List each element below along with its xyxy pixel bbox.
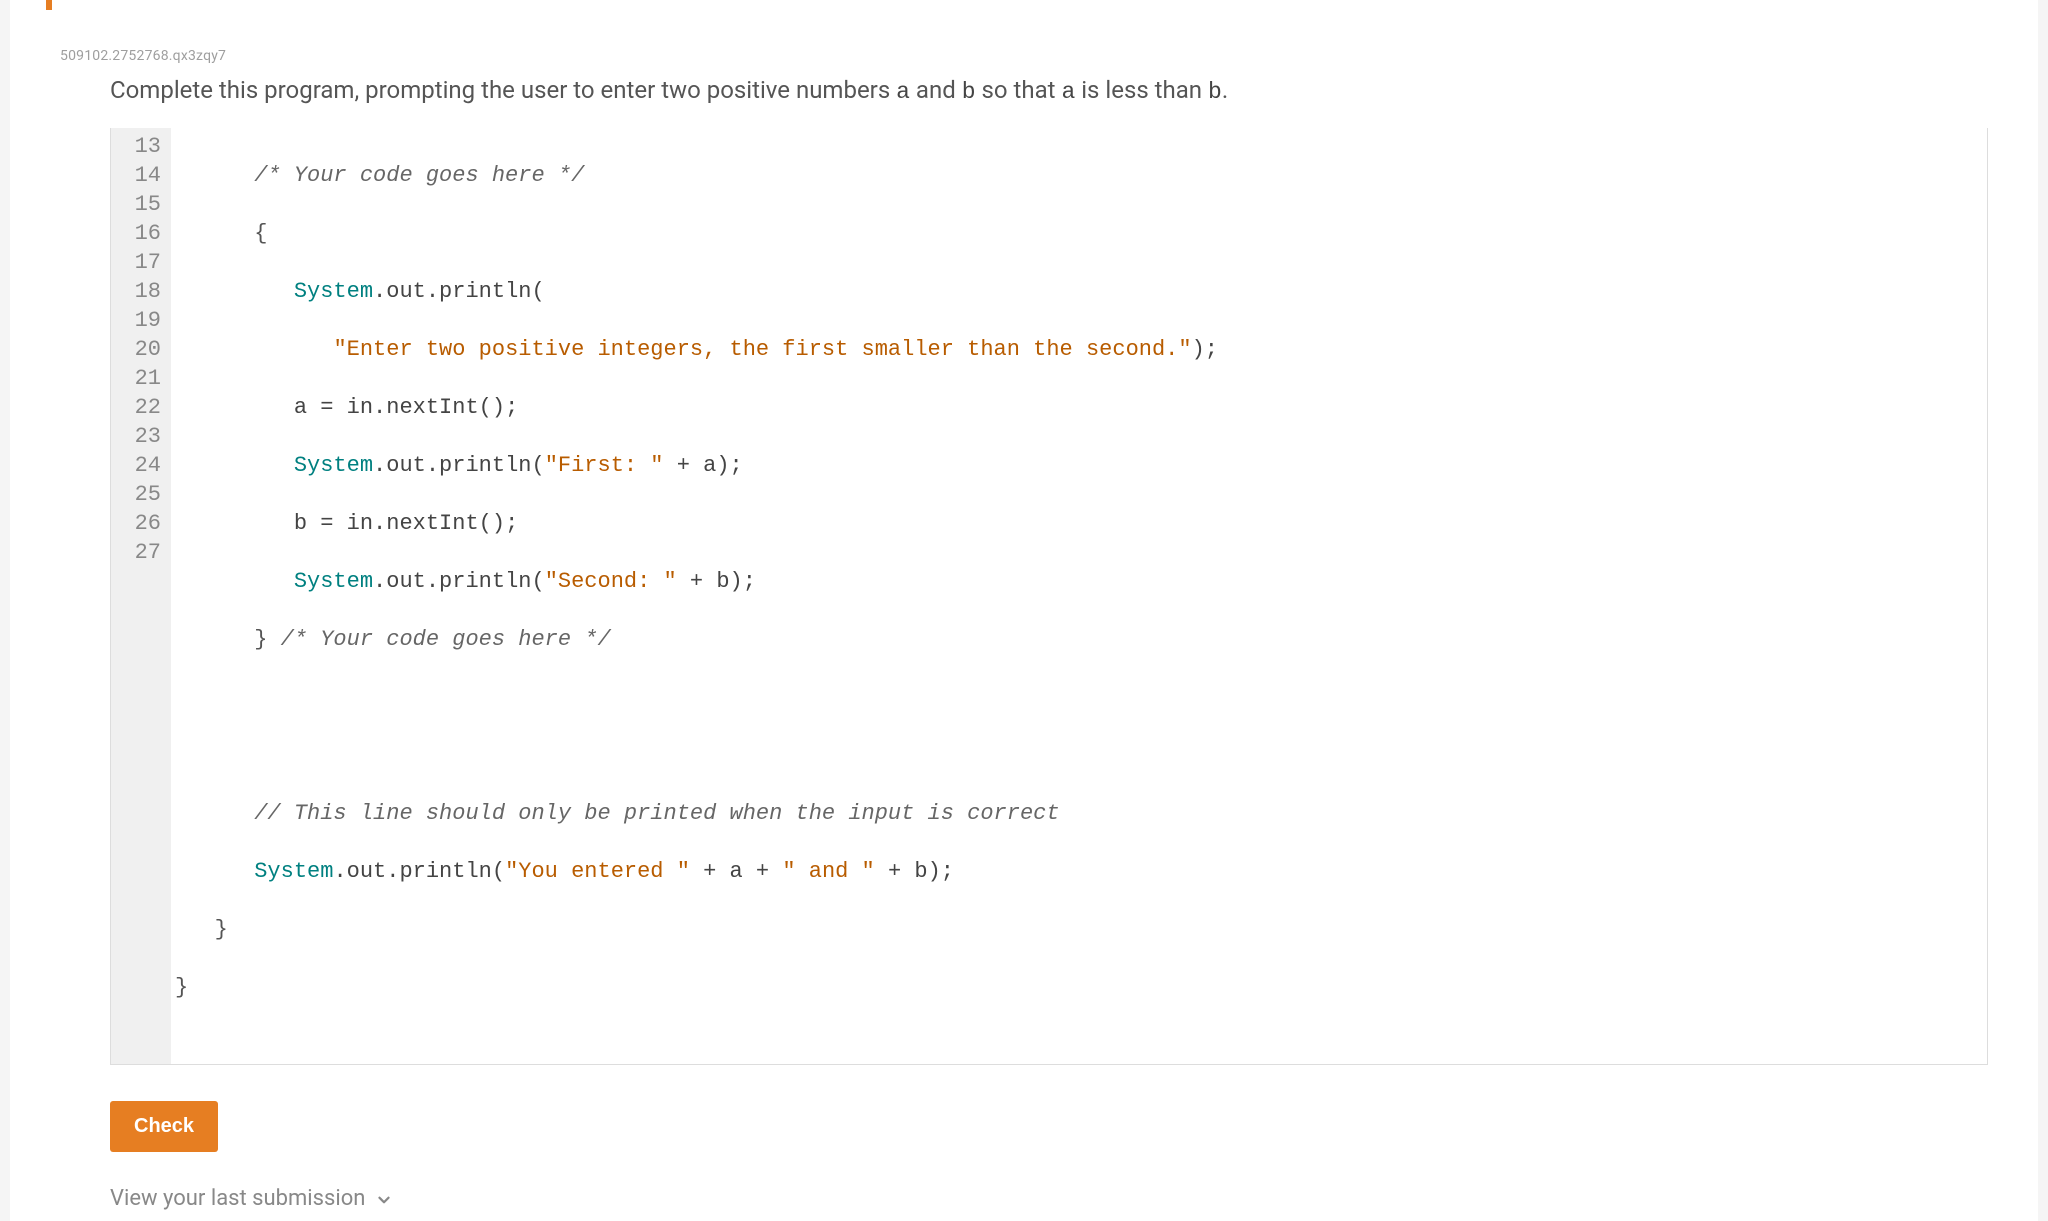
code-line-24[interactable]: // This line should only be printed when… (171, 799, 1987, 828)
line-number: 13 (131, 132, 161, 161)
call: .out.println( (373, 569, 545, 594)
code-line-27[interactable]: } (171, 973, 1987, 1002)
type: System (294, 569, 373, 594)
brace: } (215, 917, 228, 942)
var-a: a (896, 79, 910, 105)
code-line-18[interactable]: System.out.println("First: " + a); (171, 451, 1987, 480)
string: "Second: " (545, 569, 677, 594)
code-line-16[interactable]: "Enter two positive integers, the first … (171, 335, 1987, 364)
code-line-17[interactable]: a = in.nextInt(); (171, 393, 1987, 422)
expr: + b); (875, 859, 954, 884)
code-line-13[interactable]: /* Your code goes here */ (171, 161, 1987, 190)
call: .out.println( (333, 859, 505, 884)
string: "First: " (545, 453, 664, 478)
code-line-14[interactable]: { (171, 219, 1987, 248)
line-number-gutter: 131415161718192021222324252627 (111, 128, 171, 1064)
code-line-25[interactable]: System.out.println("You entered " + a + … (171, 857, 1987, 886)
string: "You entered " (505, 859, 690, 884)
problem-content: 509102.2752768.qx3zqy7 Complete this pro… (10, 18, 2038, 1211)
chevron-down-icon (375, 1190, 393, 1208)
code-line-22[interactable] (171, 683, 1987, 712)
comment: /* Your code goes here */ (267, 627, 610, 652)
stmt: b = in.nextInt(); (294, 511, 518, 536)
problem-id: 509102.2752768.qx3zqy7 (60, 48, 1988, 64)
view-last-submission[interactable]: View your last submission (110, 1186, 1988, 1211)
call: .out.println( (373, 279, 545, 304)
code-line-20[interactable]: System.out.println("Second: " + b); (171, 567, 1987, 596)
stmt: a = in.nextInt(); (294, 395, 518, 420)
code-editor[interactable]: 131415161718192021222324252627 /* Your c… (110, 128, 1988, 1065)
code-line-19[interactable]: b = in.nextInt(); (171, 509, 1987, 538)
code-line-23[interactable] (171, 741, 1987, 770)
var-b2: b (1208, 79, 1222, 105)
line-number: 15 (131, 190, 161, 219)
var-a2: a (1061, 79, 1075, 105)
view-last-label: View your last submission (110, 1186, 365, 1211)
brace: } (254, 627, 267, 652)
string: " and " (782, 859, 874, 884)
instruction-mid3: is less than (1075, 76, 1208, 104)
line-number: 14 (131, 161, 161, 190)
code-line-15[interactable]: System.out.println( (171, 277, 1987, 306)
line-number: 22 (131, 393, 161, 422)
comment: /* Your code goes here */ (254, 163, 584, 188)
line-number: 26 (131, 509, 161, 538)
line-number: 21 (131, 364, 161, 393)
line-number: 16 (131, 219, 161, 248)
code-line-26[interactable]: } (171, 915, 1987, 944)
expr: + b); (677, 569, 756, 594)
instruction-text: Complete this program, prompting the use… (110, 74, 1988, 108)
instruction-prefix: Complete this program, prompting the use… (110, 76, 896, 104)
type: System (294, 279, 373, 304)
line-number: 20 (131, 335, 161, 364)
type: System (294, 453, 373, 478)
check-button[interactable]: Check (110, 1101, 218, 1152)
instruction-mid2: so that (976, 76, 1062, 104)
line-number: 25 (131, 480, 161, 509)
code-body[interactable]: /* Your code goes here */ { System.out.p… (171, 128, 1987, 1064)
instruction-mid1: and (910, 76, 962, 104)
line-number: 24 (131, 451, 161, 480)
type: System (254, 859, 333, 884)
brace: } (175, 975, 188, 1000)
comment: // This line should only be printed when… (254, 801, 1059, 826)
top-stub (10, 0, 2038, 18)
expr: + a + (690, 859, 782, 884)
instruction-suffix: . (1222, 76, 1228, 104)
brace: { (254, 221, 267, 246)
var-b: b (962, 79, 976, 105)
line-number: 17 (131, 248, 161, 277)
line-number: 23 (131, 422, 161, 451)
expr: + a); (664, 453, 743, 478)
line-number: 27 (131, 538, 161, 567)
call: .out.println( (373, 453, 545, 478)
punct: ); (1192, 337, 1218, 362)
line-number: 18 (131, 277, 161, 306)
string: "Enter two positive integers, the first … (333, 337, 1191, 362)
code-line-21[interactable]: } /* Your code goes here */ (171, 625, 1987, 654)
line-number: 19 (131, 306, 161, 335)
